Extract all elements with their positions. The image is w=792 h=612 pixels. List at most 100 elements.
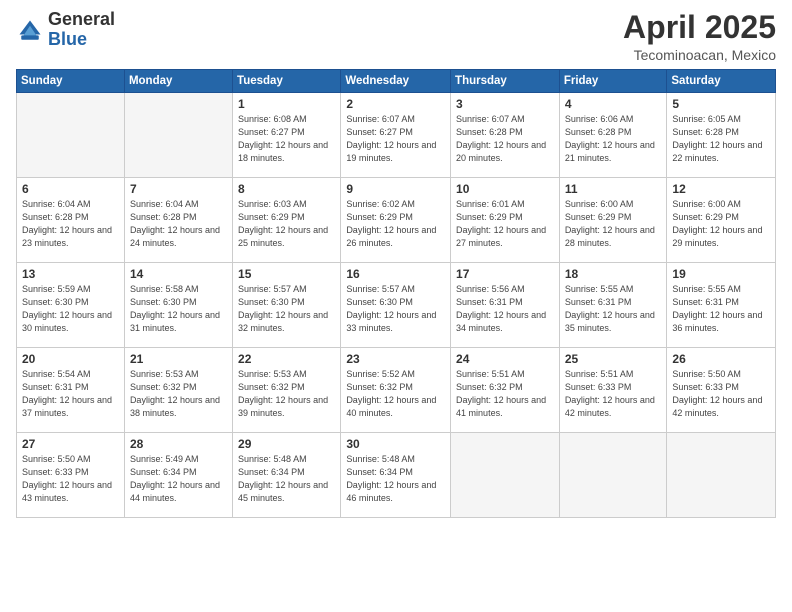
day-number: 17 [456, 267, 554, 281]
day-info: Sunrise: 6:00 AMSunset: 6:29 PMDaylight:… [672, 198, 770, 250]
calendar-cell: 27Sunrise: 5:50 AMSunset: 6:33 PMDayligh… [17, 433, 125, 518]
sunrise-text: Sunrise: 6:08 AM [238, 114, 307, 124]
daylight-text: Daylight: 12 hours and 33 minutes. [346, 310, 436, 333]
day-info: Sunrise: 6:07 AMSunset: 6:27 PMDaylight:… [346, 113, 445, 165]
sunrise-text: Sunrise: 5:58 AM [130, 284, 199, 294]
sunrise-text: Sunrise: 5:52 AM [346, 369, 415, 379]
sunrise-text: Sunrise: 6:04 AM [130, 199, 199, 209]
calendar-header-row: Sunday Monday Tuesday Wednesday Thursday… [17, 70, 776, 93]
sunset-text: Sunset: 6:33 PM [672, 382, 739, 392]
sunset-text: Sunset: 6:30 PM [130, 297, 197, 307]
day-number: 1 [238, 97, 335, 111]
sunset-text: Sunset: 6:30 PM [22, 297, 89, 307]
sunrise-text: Sunrise: 5:56 AM [456, 284, 525, 294]
daylight-text: Daylight: 12 hours and 26 minutes. [346, 225, 436, 248]
sunset-text: Sunset: 6:31 PM [456, 297, 523, 307]
sunrise-text: Sunrise: 6:03 AM [238, 199, 307, 209]
sunset-text: Sunset: 6:32 PM [130, 382, 197, 392]
day-number: 16 [346, 267, 445, 281]
calendar-cell: 9 Sunrise: 6:02 AMSunset: 6:29 PMDaylight… [341, 178, 451, 263]
day-number: 21 [130, 352, 227, 366]
calendar-cell [17, 93, 125, 178]
calendar-cell: 25Sunrise: 5:51 AMSunset: 6:33 PMDayligh… [559, 348, 667, 433]
day-info: Sunrise: 5:51 AM Sunset: 6:32 PM Daylight:… [456, 368, 554, 420]
sunset-text: Sunset: 6:32 PM [346, 382, 413, 392]
col-sunday: Sunday [17, 70, 125, 93]
daylight-text: Daylight: 12 hours and 23 minutes. [22, 225, 112, 248]
sunrise-text: Sunrise: 5:51 AM [456, 369, 525, 379]
sunset-text: Sunset: 6:30 PM [346, 297, 413, 307]
logo-general: General [48, 10, 115, 30]
logo-blue: Blue [48, 30, 115, 50]
daylight-text: Daylight: 12 hours and 18 minutes. [238, 140, 328, 163]
col-wednesday: Wednesday [341, 70, 451, 93]
daylight-text: Daylight: 12 hours and 40 minutes. [346, 395, 436, 418]
day-number: 23 [346, 352, 445, 366]
calendar-week-4: 20Sunrise: 5:54 AMSunset: 6:31 PMDayligh… [17, 348, 776, 433]
sunset-text: Sunset: 6:32 PM [456, 382, 523, 392]
sunrise-text: Sunrise: 6:00 AM [672, 199, 741, 209]
calendar-cell: 6Sunrise: 6:04 AMSunset: 6:28 PMDaylight… [17, 178, 125, 263]
day-number: 2 [346, 97, 445, 111]
day-number: 7 [130, 182, 227, 196]
day-info: Sunrise: 5:48 AMSunset: 6:34 PMDaylight:… [346, 453, 445, 505]
sunset-text: Sunset: 6:31 PM [565, 297, 632, 307]
day-info: Sunrise: 6:00 AMSunset: 6:29 PMDaylight:… [565, 198, 662, 250]
day-info: Sunrise: 6:05 AMSunset: 6:28 PMDaylight:… [672, 113, 770, 165]
sunrise-text: Sunrise: 5:57 AM [346, 284, 415, 294]
daylight-text: Daylight: 12 hours and 30 minutes. [22, 310, 112, 333]
day-info: Sunrise: 5:55 AMSunset: 6:31 PMDaylight:… [672, 283, 770, 335]
sunset-text: Sunset: 6:29 PM [456, 212, 523, 222]
sunset-text: Sunset: 6:34 PM [130, 467, 197, 477]
daylight-text: Daylight: 12 hours and 43 minutes. [22, 480, 112, 503]
sunrise-text: Sunrise: 5:48 AM [238, 454, 307, 464]
day-number: 9 [346, 182, 445, 196]
day-info: Sunrise: 5:57 AM Sunset: 6:30 PM Daylight:… [346, 283, 445, 335]
calendar-cell: 22Sunrise: 5:53 AMSunset: 6:32 PMDayligh… [233, 348, 341, 433]
day-info: Sunrise: 5:51 AMSunset: 6:33 PMDaylight:… [565, 368, 662, 420]
sunrise-text: Sunrise: 6:06 AM [565, 114, 634, 124]
col-tuesday: Tuesday [233, 70, 341, 93]
col-monday: Monday [124, 70, 232, 93]
sunset-text: Sunset: 6:27 PM [346, 127, 413, 137]
calendar-week-1: 1 Sunrise: 6:08 AM Sunset: 6:27 PM Daylight… [17, 93, 776, 178]
calendar-cell: 1 Sunrise: 6:08 AM Sunset: 6:27 PM Daylight… [233, 93, 341, 178]
sunset-text: Sunset: 6:28 PM [672, 127, 739, 137]
calendar-cell: 19Sunrise: 5:55 AMSunset: 6:31 PMDayligh… [667, 263, 776, 348]
calendar-cell: 12Sunrise: 6:00 AMSunset: 6:29 PMDayligh… [667, 178, 776, 263]
day-info: Sunrise: 6:02 AMSunset: 6:29 PMDaylight:… [346, 198, 445, 250]
day-number: 10 [456, 182, 554, 196]
day-number: 3 [456, 97, 554, 111]
sunset-text: Sunset: 6:32 PM [238, 382, 305, 392]
daylight-text: Daylight: 12 hours and 46 minutes. [346, 480, 436, 503]
calendar-cell: 7 Sunrise: 6:04 AMSunset: 6:28 PMDaylight… [124, 178, 232, 263]
header: General Blue April 2025 Tecominoacan, Me… [16, 10, 776, 63]
daylight-text: Daylight: 12 hours and 35 minutes. [565, 310, 655, 333]
day-number: 15 [238, 267, 335, 281]
daylight-text: Daylight: 12 hours and 42 minutes. [565, 395, 655, 418]
day-info: Sunrise: 6:04 AMSunset: 6:28 PMDaylight:… [130, 198, 227, 250]
sunrise-text: Sunrise: 5:57 AM [238, 284, 307, 294]
sunrise-text: Sunrise: 6:07 AM [346, 114, 415, 124]
sunrise-text: Sunrise: 6:05 AM [672, 114, 741, 124]
sunset-text: Sunset: 6:27 PM [238, 127, 305, 137]
day-number: 24 [456, 352, 554, 366]
daylight-text: Daylight: 12 hours and 20 minutes. [456, 140, 546, 163]
calendar-cell: 2Sunrise: 6:07 AMSunset: 6:27 PMDaylight… [341, 93, 451, 178]
calendar-cell: 4Sunrise: 6:06 AMSunset: 6:28 PMDaylight… [559, 93, 667, 178]
daylight-text: Daylight: 12 hours and 32 minutes. [238, 310, 328, 333]
daylight-text: Daylight: 12 hours and 44 minutes. [130, 480, 220, 503]
day-info: Sunrise: 5:59 AMSunset: 6:30 PMDaylight:… [22, 283, 119, 335]
sunrise-text: Sunrise: 6:07 AM [456, 114, 525, 124]
day-number: 28 [130, 437, 227, 451]
day-number: 26 [672, 352, 770, 366]
sunrise-text: Sunrise: 5:55 AM [565, 284, 634, 294]
day-number: 4 [565, 97, 662, 111]
day-number: 22 [238, 352, 335, 366]
daylight-text: Daylight: 12 hours and 41 minutes. [456, 395, 546, 418]
daylight-text: Daylight: 12 hours and 24 minutes. [130, 225, 220, 248]
calendar-cell: 24 Sunrise: 5:51 AM Sunset: 6:32 PM Dayligh… [451, 348, 560, 433]
calendar-cell: 29Sunrise: 5:48 AMSunset: 6:34 PMDayligh… [233, 433, 341, 518]
sunset-text: Sunset: 6:28 PM [456, 127, 523, 137]
sunset-text: Sunset: 6:34 PM [346, 467, 413, 477]
